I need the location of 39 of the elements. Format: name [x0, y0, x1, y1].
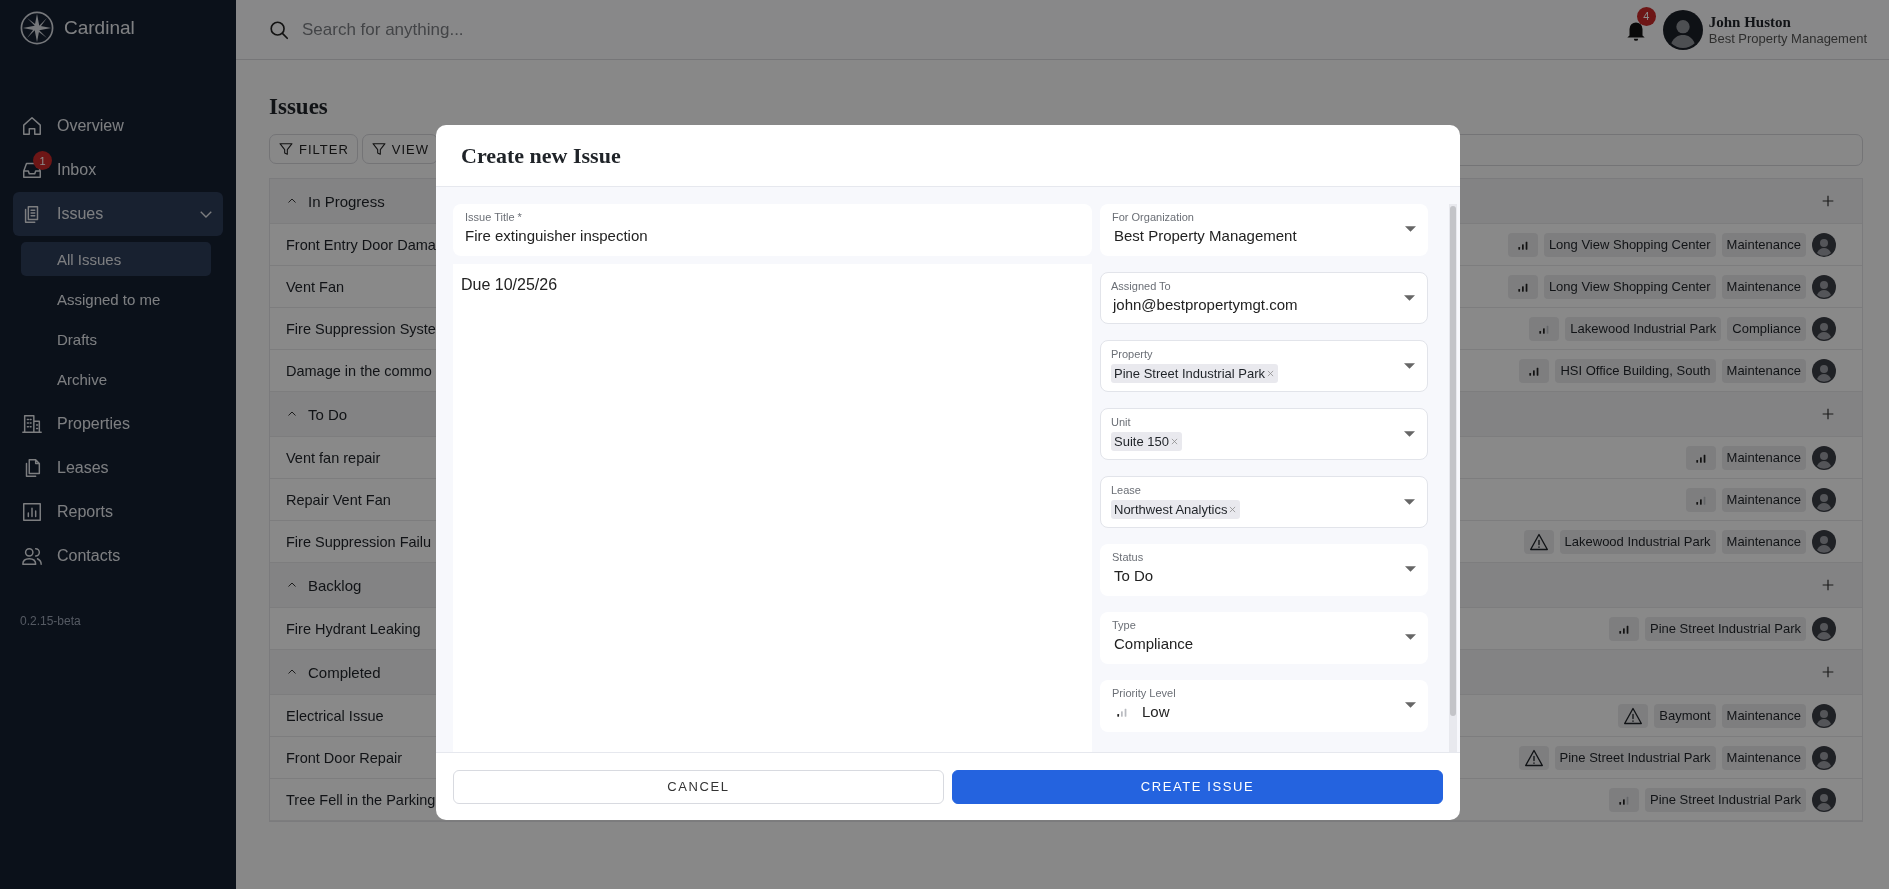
tag: HSI Office Building, South: [1555, 358, 1716, 383]
group-title: Completed: [308, 663, 381, 681]
dialog-title: Create new Issue: [461, 142, 621, 169]
tag: Lakewood Industrial Park: [1565, 316, 1722, 341]
notification-badge: 4: [1636, 6, 1656, 26]
group-title: In Progress: [308, 192, 385, 210]
user-name: John Huston: [1708, 13, 1792, 31]
tag: Maintenance: [1721, 232, 1806, 257]
field-label: Status: [1112, 551, 1144, 563]
field-label: Priority Level: [1112, 687, 1176, 699]
group-title: Backlog: [308, 576, 362, 594]
field-label: Property: [1111, 348, 1153, 360]
tag: Pine Street Industrial Park: [1644, 787, 1806, 812]
tag: Long View Shopping Center: [1543, 232, 1716, 257]
tag: Maintenance: [1721, 358, 1806, 383]
tag: Maintenance: [1721, 487, 1806, 512]
tag: Maintenance: [1721, 274, 1806, 299]
count-badge: 1: [33, 151, 52, 170]
field-label: Lease: [1111, 484, 1141, 496]
tag: Pine Street Industrial Park: [1644, 616, 1806, 641]
tag: Maintenance: [1721, 745, 1806, 770]
field-label: Type: [1112, 619, 1136, 631]
field-label: Issue Title *: [465, 211, 522, 223]
tag: Pine Street Industrial Park: [1554, 745, 1716, 770]
tag: Compliance: [1727, 316, 1806, 341]
tag: Baymont: [1654, 703, 1716, 728]
page-title: Issues: [269, 94, 329, 120]
tag: Maintenance: [1721, 529, 1806, 554]
field-label: Unit: [1111, 416, 1131, 428]
app-name: Cardinal: [64, 17, 135, 39]
tag: Long View Shopping Center: [1543, 274, 1716, 299]
user-organization: Best Property Management: [1708, 30, 1867, 46]
tag: Maintenance: [1721, 703, 1806, 728]
tag: Lakewood Industrial Park: [1559, 529, 1716, 554]
field-label: Assigned To: [1111, 280, 1171, 292]
version-label: 0.2.15-beta: [19, 613, 82, 630]
tag: Maintenance: [1721, 445, 1806, 470]
field-label: For Organization: [1112, 211, 1194, 223]
group-title: To Do: [308, 405, 348, 423]
